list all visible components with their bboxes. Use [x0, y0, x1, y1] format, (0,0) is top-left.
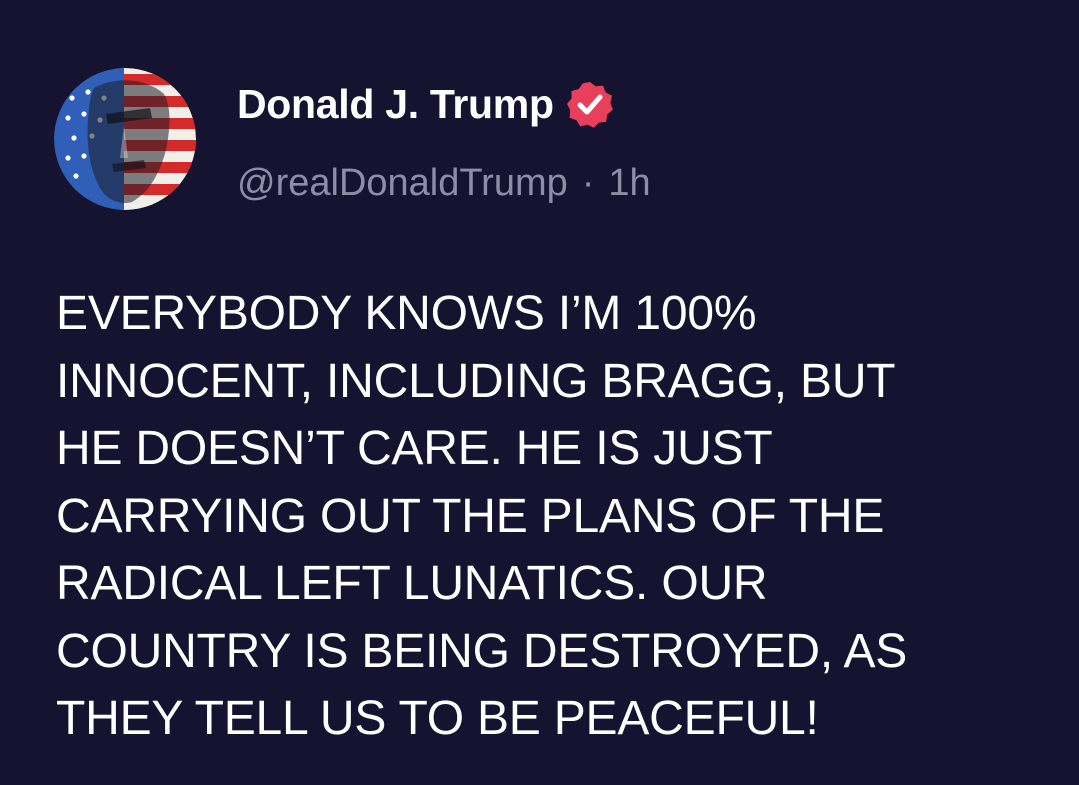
post-body-line: COUNTRY IS BEING DESTROYED, AS: [56, 624, 908, 678]
verified-badge-icon: [566, 82, 613, 128]
avatar-image: [54, 68, 196, 210]
post-body-line: CARRYING OUT THE PLANS OF THE: [56, 489, 885, 543]
author-display-name[interactable]: Donald J. Trump: [237, 81, 554, 128]
meta-separator: ·: [581, 161, 595, 204]
post-body-line: EVERYBODY KNOWS I’M 100%: [56, 287, 757, 340]
post-body: EVERYBODY KNOWS I’M 100% INNOCENT, INCLU…: [56, 280, 1056, 753]
author-meta-row: @realDonaldTrump · 1h: [237, 158, 651, 208]
post-body-line: HE DOESN’T CARE. HE IS JUST: [56, 422, 773, 475]
post-body-line: THEY TELL US TO BE PEACEFUL!: [56, 692, 819, 745]
author-handle[interactable]: @realDonaldTrump: [237, 162, 568, 205]
post-card: Donald J. Trump @realDonaldTrump · 1h EV…: [0, 0, 1079, 785]
post-body-line: RADICAL LEFT LUNATICS. OUR: [56, 557, 768, 610]
post-body-line: INNOCENT, INCLUDING BRAGG, BUT: [56, 354, 896, 408]
author-name-row: Donald J. Trump: [237, 78, 614, 130]
post-timestamp[interactable]: 1h: [608, 162, 650, 205]
author-avatar[interactable]: [54, 68, 196, 210]
